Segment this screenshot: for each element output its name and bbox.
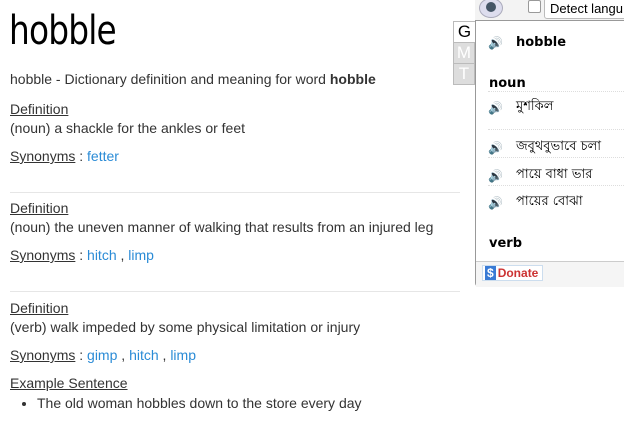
translation: জবুথবুভাবে চলা <box>516 139 602 154</box>
example-label: Example Sentence <box>10 375 128 391</box>
speaker-icon[interactable]: 🔊 <box>488 141 504 155</box>
translation: পায়ে বাধা ভার <box>516 167 593 182</box>
speaker-icon[interactable]: 🔊 <box>488 196 504 210</box>
synonym-link[interactable]: hitch <box>129 347 159 363</box>
subtitle-text: hobble - Dictionary definition and meani… <box>10 71 330 87</box>
page-title: hobble <box>9 8 117 54</box>
translation-row: 🔊 জবুথবুভাবে চলা <box>488 137 624 158</box>
synonym-link[interactable]: limp <box>170 347 196 363</box>
sep: : <box>75 148 88 164</box>
synonym-link[interactable]: fetter <box>87 148 119 164</box>
definition-label: Definition <box>10 300 69 316</box>
popup-footer: $ Donate <box>476 261 624 287</box>
sep: : <box>75 347 88 363</box>
divider <box>488 129 624 130</box>
donate-label: Donate <box>497 266 539 280</box>
sep: : <box>75 247 88 263</box>
pos-noun: noun <box>489 76 526 91</box>
translation-row: 🔊 পায়ে বাধা ভার <box>488 165 624 186</box>
word-row: 🔊 hobble <box>488 35 624 50</box>
dollar-icon: $ <box>485 266 496 280</box>
divider <box>10 192 460 193</box>
speaker-icon[interactable]: 🔊 <box>488 101 504 115</box>
definition-3: Definition (verb) walk impeded by some p… <box>10 300 460 411</box>
synonyms: Synonyms : hitch , limp <box>10 247 460 263</box>
translator-toolbar: Detect langu <box>475 0 624 20</box>
definition-2: Definition (noun) the uneven manner of w… <box>10 200 460 263</box>
sep: , <box>116 247 129 263</box>
tab-t[interactable]: T <box>453 63 475 85</box>
subtitle-word: hobble <box>329 71 376 87</box>
translation-row: 🔊 মুশকিল <box>488 97 624 118</box>
definition-text: (noun) a shackle for the ankles or feet <box>10 120 246 136</box>
definition-label: Definition <box>10 101 69 117</box>
synonym-link[interactable]: hitch <box>87 247 117 263</box>
synonyms: Synonyms : fetter <box>10 148 460 164</box>
tab-m[interactable]: M <box>453 42 475 64</box>
divider <box>488 157 624 158</box>
language-select[interactable]: Detect langu <box>544 0 624 19</box>
definition-label: Definition <box>10 200 69 216</box>
divider <box>488 91 624 92</box>
definition-text: (verb) walk impeded by some physical lim… <box>10 319 361 335</box>
definition-1: Definition (noun) a shackle for the ankl… <box>10 101 460 164</box>
synonyms-label: Synonyms <box>10 148 76 164</box>
translation-row: 🔊 পায়ের বোঝা <box>488 192 624 213</box>
tab-g[interactable]: G <box>453 21 475 43</box>
page-subtitle: hobble - Dictionary definition and meani… <box>10 71 376 87</box>
speaker-icon[interactable]: 🔊 <box>488 36 504 50</box>
sep: , <box>158 347 171 363</box>
translator-tabs: G M T <box>453 21 475 85</box>
divider <box>10 291 460 292</box>
pos-verb: verb <box>489 236 523 251</box>
example-sentence: The old woman hobbles down to the store … <box>37 395 460 411</box>
donate-button[interactable]: $ Donate <box>482 265 544 281</box>
globe-icon[interactable] <box>479 0 503 18</box>
sep: , <box>117 347 130 363</box>
translation: মুশকিল <box>516 99 554 114</box>
checkbox[interactable] <box>528 0 541 13</box>
synonyms-label: Synonyms <box>10 347 76 363</box>
translation-popup: 🔊 hobble noun 🔊 মুশকিল 🔊 জবুথবুভাবে চলা 🔊 পা… <box>475 20 624 287</box>
translation: পায়ের বোঝা <box>516 194 583 209</box>
speaker-icon[interactable]: 🔊 <box>488 169 504 183</box>
divider <box>488 185 624 186</box>
synonym-link[interactable]: gimp <box>87 347 117 363</box>
synonym-link[interactable]: limp <box>128 247 154 263</box>
synonyms: Synonyms : gimp , hitch , limp <box>10 347 460 363</box>
synonyms-label: Synonyms <box>10 247 76 263</box>
word: hobble <box>516 35 567 50</box>
definition-text: (noun) the uneven manner of walking that… <box>10 219 434 235</box>
